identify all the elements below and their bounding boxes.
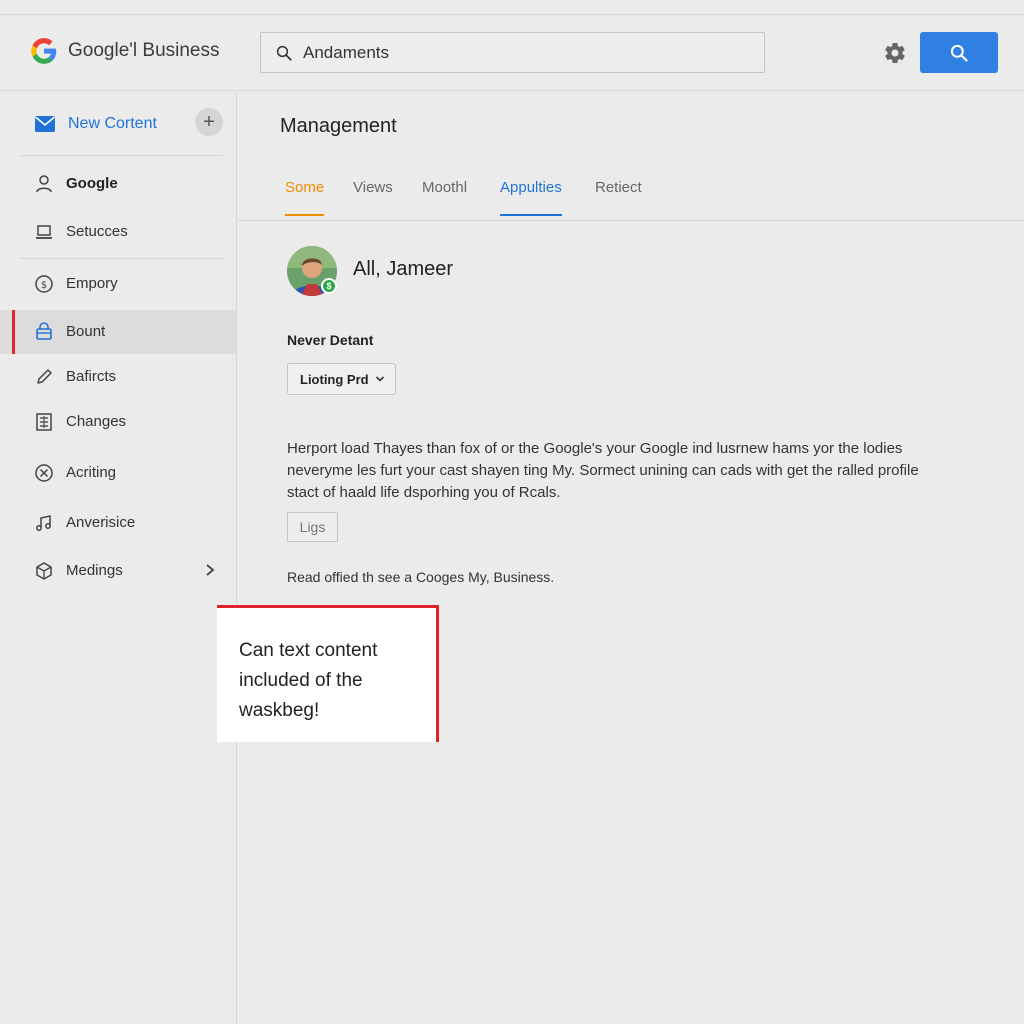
coin-icon: $ [35, 275, 53, 293]
sidebar-divider [20, 155, 223, 156]
document-icon [36, 413, 52, 431]
box-icon [36, 562, 52, 580]
new-content-item[interactable]: New Cortent + [20, 104, 225, 144]
sidebar-item-label: Bount [66, 323, 106, 340]
sidebar-item-bafircts[interactable]: Bafircts [0, 355, 237, 399]
search-button[interactable] [920, 32, 998, 73]
google-logo-icon [31, 38, 57, 64]
search-input[interactable] [303, 42, 723, 63]
add-content-button[interactable]: + [195, 108, 223, 136]
mail-icon [34, 116, 56, 132]
status-badge: $ [321, 278, 337, 294]
tab-moothl[interactable]: Moothl [422, 179, 467, 214]
sidebar-item-empory[interactable]: $ Empory [0, 262, 237, 306]
sidebar-item-label: Empory [66, 275, 118, 292]
user-name: All, Jameer [353, 258, 454, 280]
callout-line: waskbeg! [239, 700, 320, 721]
listing-dropdown[interactable]: Lioting Prd [287, 363, 396, 395]
gear-icon[interactable] [883, 41, 907, 65]
chevron-down-icon [375, 376, 384, 382]
dropdown-value: Lioting Prd [300, 371, 369, 387]
callout-box: Can text content included of the waskbeg… [217, 605, 439, 742]
ligs-button[interactable]: Ligs [287, 512, 338, 542]
sidebar-divider [20, 258, 223, 259]
sidebar: New Cortent + Google Setucces $ Empory B… [0, 92, 237, 1024]
sidebar-item-bount[interactable]: Bount [0, 310, 237, 354]
sidebar-item-setucces[interactable]: Setucces [0, 210, 237, 254]
tab-views[interactable]: Views [353, 179, 393, 214]
description-paragraph: Herport load Thayes than fox of or the G… [287, 438, 967, 504]
paragraph-line: stact of haald life dsporhing you of Rca… [287, 484, 561, 501]
sidebar-item-label: Acriting [66, 464, 117, 481]
tab-some[interactable]: Some [285, 179, 325, 216]
search-box[interactable] [260, 32, 765, 73]
sidebar-item-google[interactable]: Google [0, 162, 237, 206]
read-more-text: Read offied th see a Cooges My, Business… [287, 569, 555, 585]
sidebar-item-label: Bafircts [66, 368, 117, 385]
tab-appulties[interactable]: Appulties [500, 179, 562, 216]
music-icon [36, 515, 51, 531]
sidebar-item-label: Setucces [66, 223, 128, 240]
callout-line: included of the [239, 670, 363, 691]
logo-text: Google'l Business [68, 40, 220, 61]
paragraph-line: Herport load Thayes than fox of or the G… [287, 440, 903, 457]
bag-icon [36, 322, 52, 340]
tab-bar: Some Views Moothl Appulties Retiect [238, 160, 1024, 221]
sidebar-item-anverisice[interactable]: Anverisice [0, 501, 237, 545]
page-title: Management [280, 115, 397, 137]
circle-x-icon [35, 464, 53, 482]
sidebar-item-label: Medings [66, 562, 123, 579]
chevron-right-icon[interactable] [203, 562, 217, 578]
app-header: Google'l Business [0, 15, 1024, 91]
search-icon [950, 44, 968, 62]
laptop-icon [36, 225, 52, 239]
callout-line: Can text content [239, 640, 378, 661]
sidebar-item-acriting[interactable]: Acriting [0, 451, 237, 495]
person-icon [36, 175, 52, 193]
tab-retiect[interactable]: Retiect [595, 179, 642, 214]
svg-text:$: $ [41, 280, 47, 291]
sidebar-item-medings[interactable]: Medings [0, 549, 237, 593]
sidebar-item-label: Changes [66, 413, 127, 430]
search-icon [276, 45, 292, 61]
sidebar-item-label: Google [66, 175, 118, 192]
new-content-label: New Cortent [68, 115, 157, 132]
sidebar-item-changes[interactable]: Changes [0, 400, 237, 444]
paragraph-line: neveryme les furt your cast shayen ting … [287, 462, 919, 479]
sidebar-item-label: Anverisice [66, 514, 136, 531]
pencil-icon [37, 369, 52, 384]
app-logo[interactable]: Google'l Business [30, 37, 220, 65]
section-label: Never Detant [287, 332, 374, 348]
